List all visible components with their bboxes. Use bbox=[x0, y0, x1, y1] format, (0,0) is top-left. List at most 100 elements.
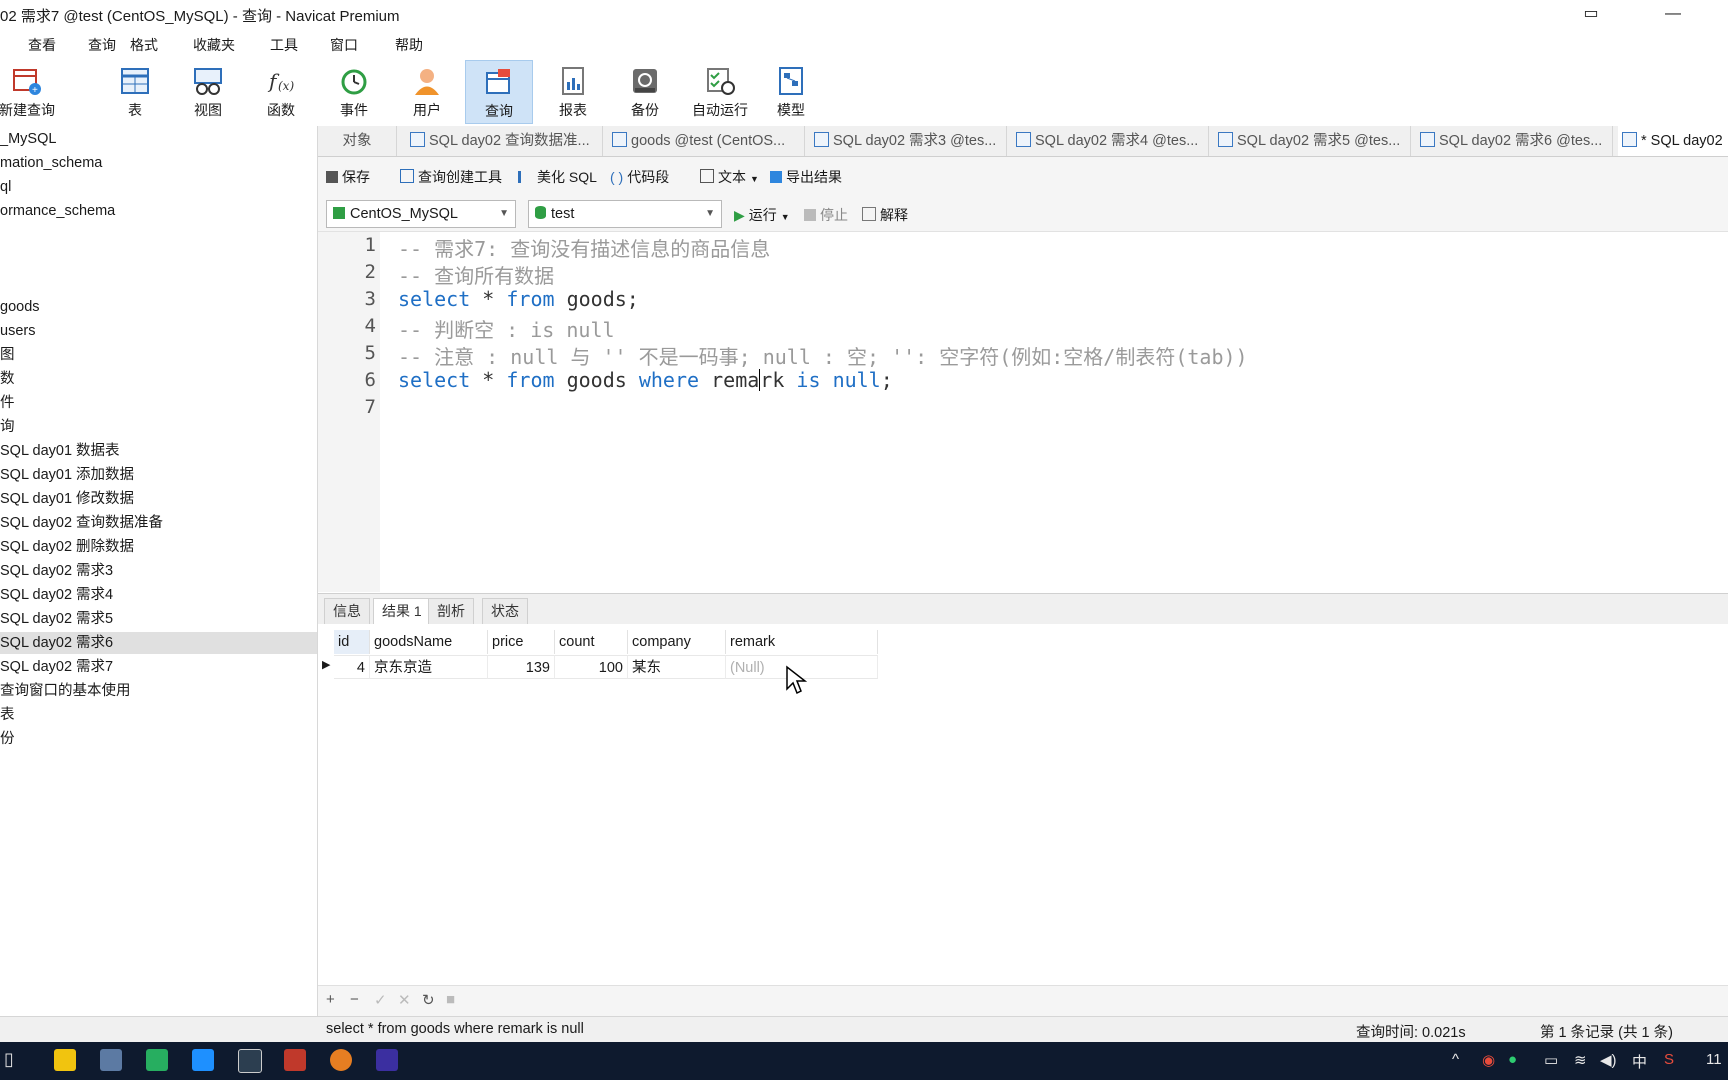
table-cell-price[interactable]: 139 bbox=[488, 655, 555, 679]
tree-node[interactable]: ormance_schema bbox=[0, 200, 317, 222]
table-cell-count[interactable]: 100 bbox=[555, 655, 628, 679]
stop-icon[interactable]: ■ bbox=[446, 991, 455, 1008]
menu-window[interactable]: 窗口 bbox=[330, 35, 358, 55]
tab-query-active[interactable]: * SQL day02 bbox=[1618, 126, 1728, 156]
menu-help[interactable]: 帮助 bbox=[395, 35, 423, 55]
tray-expand-icon[interactable]: ^ bbox=[1452, 1051, 1459, 1068]
table-cell-goodsname[interactable]: 京东京造 bbox=[370, 655, 488, 679]
menu-format[interactable]: 格式 bbox=[130, 35, 158, 55]
text-button[interactable]: 文本 ▼ bbox=[700, 167, 759, 187]
tree-node-queries[interactable]: 询 bbox=[0, 416, 317, 438]
tree-node-query[interactable]: 查询窗口的基本使用 bbox=[0, 680, 317, 702]
tab-query[interactable]: SQL day02 需求3 @tes... bbox=[810, 126, 1007, 156]
tree-node[interactable]: ql bbox=[0, 176, 317, 198]
query-button[interactable]: 查询 bbox=[465, 60, 533, 124]
tree-node-query[interactable]: SQL day01 数据表 bbox=[0, 440, 317, 462]
tree-node-query[interactable]: SQL day02 需求4 bbox=[0, 584, 317, 606]
tree-node-query[interactable]: SQL day01 修改数据 bbox=[0, 488, 317, 510]
tab-table[interactable]: goods @test (CentOS... bbox=[608, 126, 805, 156]
tree-node-query[interactable]: SQL day02 删除数据 bbox=[0, 536, 317, 558]
event-button[interactable]: 事件 bbox=[321, 60, 387, 122]
column-header-count[interactable]: count bbox=[555, 630, 628, 654]
app-icon[interactable] bbox=[284, 1049, 306, 1071]
tree-node-query[interactable]: SQL day01 添加数据 bbox=[0, 464, 317, 486]
model-button[interactable]: 模型 bbox=[758, 60, 824, 122]
new-query-button[interactable]: + 新建查询 bbox=[0, 60, 62, 122]
tree-node-backups[interactable]: 份 bbox=[0, 728, 317, 750]
tab-query[interactable]: SQL day02 需求4 @tes... bbox=[1012, 126, 1209, 156]
tree-node-events[interactable]: 件 bbox=[0, 392, 317, 414]
tab-info[interactable]: 信息 bbox=[324, 598, 370, 624]
refresh-icon[interactable]: ↻ bbox=[422, 991, 435, 1009]
menu-favorites[interactable]: 收藏夹 bbox=[193, 35, 235, 55]
save-button[interactable]: 保存 bbox=[326, 167, 370, 187]
tree-node-query[interactable]: SQL day02 查询数据准备 bbox=[0, 512, 317, 534]
restore-window-icon[interactable]: ▭ bbox=[1568, 0, 1614, 30]
connection-select[interactable]: CentOS_MySQL ▼ bbox=[326, 200, 516, 228]
tree-node-query-selected[interactable]: SQL day02 需求6 bbox=[0, 632, 317, 654]
task-view-icon[interactable]: ▯ bbox=[4, 1049, 26, 1071]
wechat-icon[interactable]: ● bbox=[1508, 1051, 1517, 1068]
tree-node-views[interactable]: 图 bbox=[0, 344, 317, 366]
ime-s-icon[interactable]: S bbox=[1664, 1051, 1674, 1068]
view-button[interactable]: 视图 bbox=[175, 60, 241, 122]
table-cell-id[interactable]: 4 bbox=[334, 655, 370, 679]
menu-view[interactable]: 查看 bbox=[28, 35, 56, 55]
app-icon[interactable] bbox=[146, 1049, 168, 1071]
backup-button[interactable]: 备份 bbox=[612, 60, 678, 122]
menu-query[interactable]: 查询 bbox=[88, 35, 116, 55]
column-header-remark[interactable]: remark bbox=[726, 630, 878, 654]
discard-changes-icon[interactable]: ✕ bbox=[398, 991, 411, 1009]
tree-node-functions[interactable]: 数 bbox=[0, 368, 317, 390]
apply-changes-icon[interactable]: ✓ bbox=[374, 991, 387, 1009]
column-header-id[interactable]: id bbox=[334, 630, 370, 654]
app-icon[interactable] bbox=[192, 1049, 214, 1071]
user-button[interactable]: 用户 bbox=[394, 60, 460, 122]
tree-node[interactable]: _MySQL bbox=[0, 128, 317, 150]
column-header-company[interactable]: company bbox=[628, 630, 726, 654]
report-button[interactable]: 报表 bbox=[540, 60, 606, 122]
table-button[interactable]: 表 bbox=[102, 60, 168, 122]
run-button[interactable]: ▶ 运行 ▼ bbox=[734, 205, 790, 225]
stop-button[interactable]: 停止 bbox=[804, 205, 848, 225]
tree-node-users[interactable]: users bbox=[0, 320, 317, 342]
app-icon[interactable] bbox=[376, 1049, 398, 1071]
snippet-button[interactable]: ( ) 代码段 bbox=[610, 167, 669, 187]
wifi-icon[interactable]: ≋ bbox=[1574, 1051, 1587, 1069]
tree-node-query[interactable]: SQL day02 需求3 bbox=[0, 560, 317, 582]
tab-objects[interactable]: 对象 bbox=[318, 126, 397, 156]
volume-icon[interactable]: ◀) bbox=[1600, 1051, 1617, 1069]
tab-query[interactable]: SQL day02 查询数据准... bbox=[406, 126, 603, 156]
sql-editor[interactable]: 1 2 3 4 5 6 7 -- 需求7: 查询没有描述信息的商品信息 -- 查… bbox=[318, 232, 1728, 592]
tab-query[interactable]: SQL day02 需求5 @tes... bbox=[1214, 126, 1411, 156]
tree-node-query[interactable]: SQL day02 需求5 bbox=[0, 608, 317, 630]
database-select[interactable]: test ▼ bbox=[528, 200, 722, 228]
tree-node-reports[interactable]: 表 bbox=[0, 704, 317, 726]
tab-query[interactable]: SQL day02 需求6 @tes... bbox=[1416, 126, 1613, 156]
delete-row-icon[interactable]: − bbox=[350, 991, 359, 1008]
tree-node-query[interactable]: SQL day02 需求7 bbox=[0, 656, 317, 678]
add-row-icon[interactable]: + bbox=[326, 991, 335, 1008]
query-builder-button[interactable]: 查询创建工具 bbox=[400, 167, 502, 187]
auto-run-button[interactable]: 自动运行 bbox=[682, 60, 758, 122]
explain-button[interactable]: 解释 bbox=[862, 205, 908, 225]
column-header-price[interactable]: price bbox=[488, 630, 555, 654]
menu-tools[interactable]: 工具 bbox=[270, 35, 298, 55]
minimize-button[interactable]: — bbox=[1650, 0, 1696, 30]
beautify-sql-button[interactable]: 美化 SQL bbox=[518, 167, 597, 187]
table-cell-company[interactable]: 某东 bbox=[628, 655, 726, 679]
tab-status[interactable]: 状态 bbox=[482, 598, 528, 624]
file-explorer-icon[interactable] bbox=[54, 1049, 76, 1071]
tab-result-1[interactable]: 结果 1 bbox=[373, 598, 431, 624]
app-icon[interactable] bbox=[100, 1049, 122, 1071]
battery-icon[interactable]: ▭ bbox=[1544, 1051, 1558, 1069]
export-results-button[interactable]: 导出结果 bbox=[770, 167, 842, 187]
tree-node[interactable]: mation_schema bbox=[0, 152, 317, 174]
tab-profile[interactable]: 剖析 bbox=[428, 598, 474, 624]
record-icon[interactable]: ◉ bbox=[1482, 1051, 1495, 1069]
function-button[interactable]: f (x) 函数 bbox=[248, 60, 314, 122]
clock[interactable]: 11 bbox=[1706, 1051, 1722, 1068]
ime-indicator[interactable]: 中 bbox=[1632, 1051, 1647, 1072]
column-header-goodsname[interactable]: goodsName bbox=[370, 630, 488, 654]
app-icon[interactable] bbox=[238, 1049, 262, 1073]
